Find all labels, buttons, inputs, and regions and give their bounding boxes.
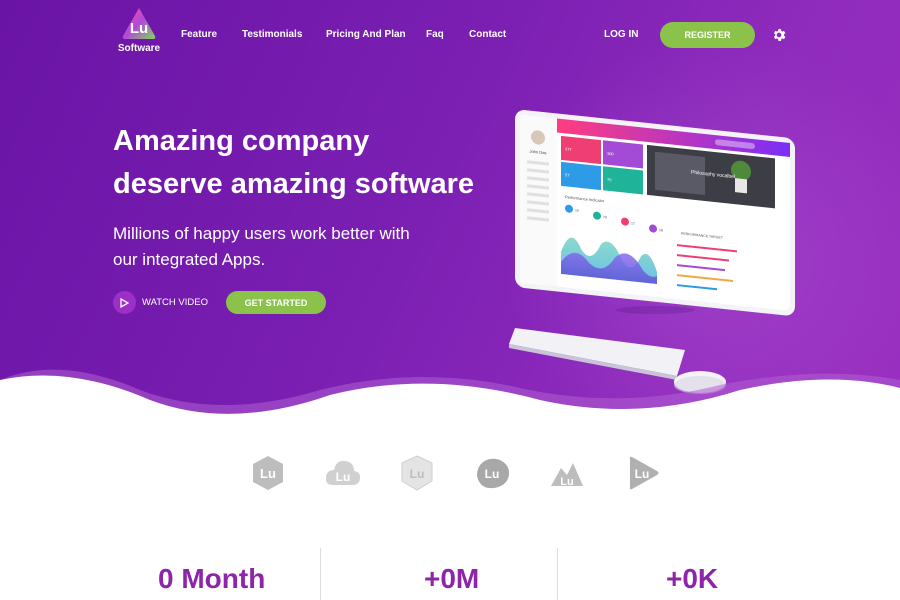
subline-line-1: Millions of happy users work better with [113, 224, 410, 243]
logo-mark-icon: Lu [122, 8, 156, 39]
watch-video-label: WATCH VIDEO [142, 297, 208, 308]
nav-item-feature[interactable]: Feature [181, 29, 217, 40]
hero-headline: Amazing company deserve amazing software [113, 120, 533, 206]
login-link[interactable]: LOG IN [604, 29, 638, 40]
stat-months: 0 Month [158, 563, 266, 594]
mockup-tile-3: 57 [565, 172, 570, 178]
client-logo-text-6: Lu [635, 467, 650, 481]
client-logo-cloud-icon: Lu [325, 460, 361, 485]
stat-count: +0K [666, 563, 719, 594]
mockup-indicator-1: 15 [575, 208, 579, 212]
mockup-tile-4: 70 [607, 177, 612, 183]
client-logo-shield-icon: Lu [401, 455, 433, 491]
stats-section: 0 Month +0M +0K [0, 545, 900, 600]
dashboard-mockup-illustration: John Doe 377 300 57 70 Philosophy vocalb… [509, 110, 795, 394]
client-logo-text-3: Lu [410, 467, 425, 481]
hero-section: Lu Software Feature Testimonials Pricing… [0, 0, 900, 430]
mockup-tile-2: 300 [607, 151, 614, 157]
mockup-indicator-4: 18 [659, 228, 663, 232]
mockup-indicator-2: 70 [603, 215, 607, 219]
logo-text: Lu [130, 20, 148, 37]
client-logo-triangle-icon: Lu [629, 456, 659, 490]
nav-item-testimonials[interactable]: Testimonials [242, 29, 302, 40]
client-logos: Lu Lu Lu Lu Lu Lu [245, 453, 665, 493]
play-icon [113, 291, 136, 314]
client-logo-mountain-icon: Lu [551, 463, 583, 488]
nav-item-faq[interactable]: Faq [426, 29, 444, 40]
client-logo-blob-icon: Lu [477, 458, 510, 489]
brand-logo[interactable]: Lu Software [116, 6, 162, 54]
subline-line-2: our integrated Apps. [113, 250, 266, 269]
mockup-indicator-3: 17 [631, 221, 635, 225]
gear-icon[interactable] [771, 27, 787, 43]
get-started-button[interactable]: GET STARTED [226, 291, 326, 314]
watch-video-button[interactable]: WATCH VIDEO [113, 291, 208, 314]
nav-item-pricing[interactable]: Pricing And Plan [326, 29, 406, 40]
brand-label: Software [117, 43, 161, 54]
stats-divider [557, 548, 558, 600]
nav-item-contact[interactable]: Contact [469, 29, 506, 40]
hero-wave-divider [0, 369, 900, 430]
mockup-tile-1: 377 [565, 146, 572, 152]
client-logo-text-1: Lu [260, 466, 276, 481]
stats-divider [320, 548, 321, 600]
headline-line-1: Amazing company [113, 125, 370, 157]
headline-line-2: deserve amazing software [113, 168, 475, 200]
register-button[interactable]: REGISTER [660, 22, 755, 48]
client-logo-text-4: Lu [485, 467, 500, 481]
client-logo-hexagon-icon: Lu [253, 456, 283, 490]
stat-users: +0M [424, 563, 480, 594]
client-logo-text-2: Lu [336, 470, 351, 484]
hero-subline: Millions of happy users work better with… [113, 221, 473, 273]
client-logo-text-5: Lu [560, 476, 573, 488]
